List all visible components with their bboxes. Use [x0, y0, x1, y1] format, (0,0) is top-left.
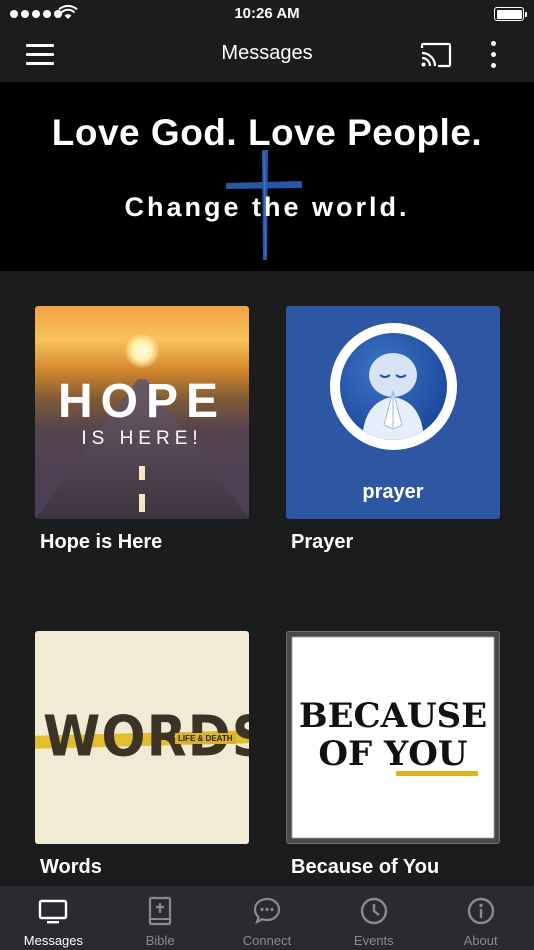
- art-title: HOPE: [57, 375, 227, 428]
- series-card-because-of-you[interactable]: BECAUSE OF YOU Because of You: [286, 631, 500, 878]
- series-title[interactable]: Words: [40, 856, 102, 879]
- tab-connect[interactable]: Connect: [214, 886, 321, 950]
- app-bar: Messages: [0, 28, 534, 82]
- series-card-hope[interactable]: HOPE IS HERE! Hope is Here: [35, 306, 249, 553]
- art-line1: BECAUSE: [298, 696, 488, 736]
- art-subtitle: IS HERE!: [81, 428, 203, 449]
- tab-label: Messages: [23, 933, 84, 948]
- art-badge: LIFE & DEATH: [175, 733, 236, 744]
- tab-label: Events: [353, 933, 394, 948]
- road-line: [139, 466, 145, 480]
- series-card-prayer[interactable]: prayer Prayer: [286, 306, 500, 553]
- series-title[interactable]: Because of You: [291, 856, 439, 879]
- bible-icon: [149, 896, 172, 926]
- art-line2: OF YOU: [318, 734, 468, 774]
- chat-icon: [253, 897, 281, 925]
- tab-messages[interactable]: Messages: [0, 886, 107, 950]
- banner-headline: Love God. Love People.: [51, 112, 483, 153]
- art-word: prayer: [362, 481, 424, 503]
- status-bar: 10:26 AM: [0, 0, 534, 28]
- tab-label: About: [463, 933, 498, 948]
- battery-icon: [494, 7, 527, 21]
- road-line: [139, 494, 145, 512]
- series-title[interactable]: Hope is Here: [40, 531, 162, 554]
- more-options-icon[interactable]: [484, 41, 502, 69]
- praying-figure-icon: [340, 333, 447, 440]
- series-thumbnail-because-of-you[interactable]: BECAUSE OF YOU: [286, 631, 500, 844]
- tab-label: Connect: [242, 933, 292, 948]
- tab-label: Bible: [145, 933, 175, 948]
- cast-icon[interactable]: [420, 42, 452, 68]
- info-icon: [467, 897, 494, 925]
- banner-subline: Change the world.: [124, 192, 410, 222]
- series-thumbnail-words[interactable]: WORDS LIFE & DEATH: [35, 631, 249, 844]
- clock-icon: [360, 897, 387, 925]
- bottom-tab-bar: Messages Bible Connect Events About: [0, 886, 534, 950]
- tv-icon: [39, 899, 68, 924]
- prayer-logo: [330, 323, 457, 450]
- series-title[interactable]: Prayer: [291, 531, 353, 554]
- sun-glow: [125, 334, 159, 368]
- series-thumbnail-prayer[interactable]: prayer: [286, 306, 500, 519]
- status-time: 10:26 AM: [234, 5, 300, 22]
- tab-events[interactable]: Events: [320, 886, 427, 950]
- church-banner: Love God. Love People. Change the world.: [0, 82, 534, 271]
- art-title: BECAUSE OF YOU: [286, 697, 500, 773]
- series-card-words[interactable]: WORDS LIFE & DEATH Words: [35, 631, 249, 878]
- tab-bible[interactable]: Bible: [107, 886, 214, 950]
- tab-about[interactable]: About: [427, 886, 534, 950]
- page-title: Messages: [221, 42, 313, 64]
- series-thumbnail-hope[interactable]: HOPE IS HERE!: [35, 306, 249, 519]
